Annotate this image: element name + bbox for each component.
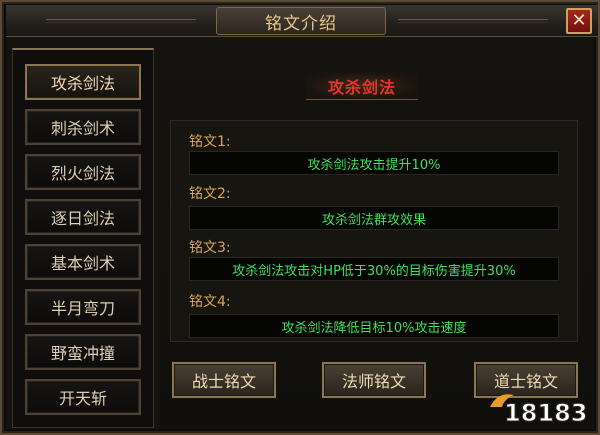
skill-tab-jiben[interactable]: 基本剑术 [25, 244, 141, 280]
skill-tab-liehuo[interactable]: 烈火剑法 [25, 154, 141, 190]
rune-1-effect: 攻杀剑法攻击提升10% [189, 151, 559, 175]
skill-tab-gongsha[interactable]: 攻杀剑法 [25, 64, 141, 100]
rune-2-label: 铭文2: [189, 186, 231, 202]
skill-tab-zhuri[interactable]: 逐日剑法 [25, 199, 141, 235]
close-button[interactable]: ✕ [566, 8, 592, 34]
rune-panel: 铭文1: 攻杀剑法攻击提升10% 铭文2: 攻杀剑法群攻效果 铭文3: 攻杀剑法… [170, 120, 578, 342]
title-bar: 铭文介绍 ✕ [6, 5, 598, 37]
rune-detail-area: 攻杀剑法 铭文1: 攻杀剑法攻击提升10% 铭文2: 攻杀剑法群攻效果 铭文3:… [160, 48, 592, 428]
title-ornament-left [46, 19, 196, 23]
window-title: 铭文介绍 [265, 13, 337, 34]
rune-1-label: 铭文1: [189, 134, 231, 150]
site-watermark-logo: 18183 [490, 394, 588, 428]
warrior-runes-button[interactable]: 战士铭文 [172, 362, 276, 398]
skill-tab-banyue[interactable]: 半月弯刀 [25, 289, 141, 325]
skill-tab-yeman[interactable]: 野蛮冲撞 [25, 334, 141, 370]
rune-4-label: 铭文4: [189, 294, 231, 310]
mage-runes-button[interactable]: 法师铭文 [322, 362, 426, 398]
rune-3-label: 铭文3: [189, 240, 231, 256]
rune-4-effect: 攻杀剑法降低目标10%攻击速度 [189, 314, 559, 338]
skill-tab-kaitian[interactable]: 开天斩 [25, 379, 141, 415]
rune-3-effect: 攻杀剑法攻击对HP低于30%的目标伤害提升30% [189, 257, 559, 281]
skill-title: 攻杀剑法 [327, 77, 396, 97]
title-ornament-right [398, 19, 548, 23]
rune-2-effect: 攻杀剑法群攻效果 [189, 206, 559, 230]
rune-intro-window: 铭文介绍 ✕ 攻杀剑法 刺杀剑术 烈火剑法 逐日剑法 基本剑术 半月弯刀 野蛮冲… [0, 0, 600, 435]
skill-list: 攻杀剑法 刺杀剑术 烈火剑法 逐日剑法 基本剑术 半月弯刀 野蛮冲撞 开天斩 [12, 48, 154, 428]
skill-tab-cisha[interactable]: 刺杀剑术 [25, 109, 141, 145]
watermark-text: 18183 [504, 399, 588, 427]
close-icon: ✕ [571, 10, 587, 31]
title-plate: 铭文介绍 [216, 7, 386, 35]
skill-title-banner: 攻杀剑法 [306, 72, 418, 100]
